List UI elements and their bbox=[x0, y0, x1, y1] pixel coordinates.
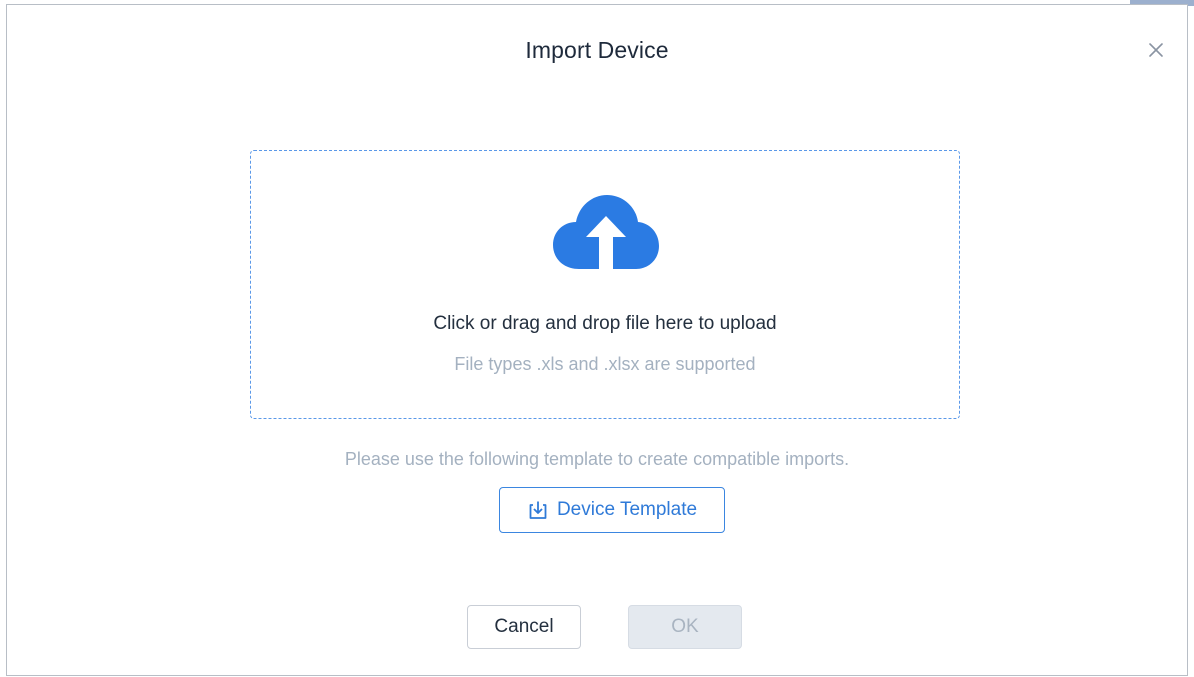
cancel-button[interactable]: Cancel bbox=[467, 605, 581, 649]
supported-file-types: File types .xls and .xlsx are supported bbox=[454, 354, 756, 374]
device-template-button[interactable]: Device Template bbox=[499, 487, 725, 533]
template-hint: Please use the following template to cre… bbox=[344, 449, 850, 469]
dialog-title: Import Device bbox=[525, 37, 669, 63]
close-icon bbox=[1149, 43, 1163, 57]
cloud-upload-icon bbox=[553, 195, 659, 269]
import-device-dialog: Import Device Click or drag and drop fil… bbox=[6, 4, 1188, 676]
device-template-label: Device Template bbox=[556, 499, 698, 520]
download-icon bbox=[529, 501, 547, 519]
ok-button[interactable]: OK bbox=[628, 605, 742, 649]
upload-instruction: Click or drag and drop file here to uplo… bbox=[433, 313, 777, 334]
file-upload-dropzone[interactable]: Click or drag and drop file here to uplo… bbox=[250, 150, 960, 419]
close-button[interactable] bbox=[1145, 39, 1167, 61]
